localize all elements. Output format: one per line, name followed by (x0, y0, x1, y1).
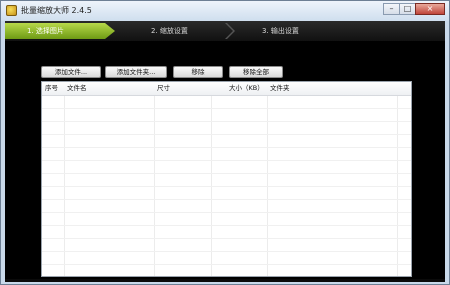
row-gridline (42, 225, 411, 226)
client-area: 1. 选择图片 2. 缩放设置 3. 输出设置 添加文件... 添加文件夹...… (5, 21, 445, 282)
column-header-dimensions[interactable]: 尺寸 (157, 82, 170, 95)
remove-all-button[interactable]: 移除全部 (229, 66, 283, 78)
column-header-size[interactable]: 大小（KB） (229, 82, 264, 95)
row-gridline (42, 121, 411, 122)
column-header-folder[interactable]: 文件夹 (270, 82, 290, 95)
row-gridline (42, 173, 411, 174)
column-divider (154, 82, 155, 276)
row-gridline (42, 147, 411, 148)
table-header: 序号 文件名 尺寸 大小（KB） 文件夹 (42, 82, 411, 96)
step-resize-settings[interactable]: 2. 缩放设置 (151, 21, 188, 41)
row-gridline (42, 264, 411, 265)
row-gridline (42, 108, 411, 109)
bottom-bar (5, 279, 445, 282)
row-gridline (42, 199, 411, 200)
row-gridline (42, 251, 411, 252)
remove-button[interactable]: 移除 (173, 66, 223, 78)
column-divider (211, 82, 212, 276)
add-folder-button[interactable]: 添加文件夹... (105, 66, 167, 78)
file-list-table[interactable]: 序号 文件名 尺寸 大小（KB） 文件夹 (41, 81, 412, 277)
wizard-steps: 1. 选择图片 2. 缩放设置 3. 输出设置 (5, 21, 445, 41)
column-header-index[interactable]: 序号 (45, 82, 58, 95)
app-logo-icon (6, 5, 17, 16)
column-header-filename[interactable]: 文件名 (67, 82, 87, 95)
row-gridline (42, 160, 411, 161)
row-gridline (42, 212, 411, 213)
column-divider (397, 82, 398, 276)
window-title: 批量缩放大师 2.4.5 (21, 6, 92, 15)
app-window: 批量缩放大师 2.4.5 – □ × 1. 选择图片 2. 缩放设置 3. 输出… (0, 0, 450, 285)
row-gridline (42, 134, 411, 135)
maximize-button[interactable]: □ (399, 3, 416, 15)
add-file-button[interactable]: 添加文件... (41, 66, 101, 78)
row-gridline (42, 186, 411, 187)
close-button[interactable]: × (415, 3, 445, 15)
title-bar[interactable]: 批量缩放大师 2.4.5 – □ × (1, 1, 449, 21)
step-output-settings[interactable]: 3. 输出设置 (262, 21, 299, 41)
column-divider (64, 82, 65, 276)
step-select-images[interactable]: 1. 选择图片 (27, 21, 64, 41)
column-divider (267, 82, 268, 276)
row-gridline (42, 238, 411, 239)
step-separator-arrow (225, 23, 235, 39)
window-controls: – □ × (383, 3, 445, 17)
minimize-button[interactable]: – (383, 3, 400, 15)
